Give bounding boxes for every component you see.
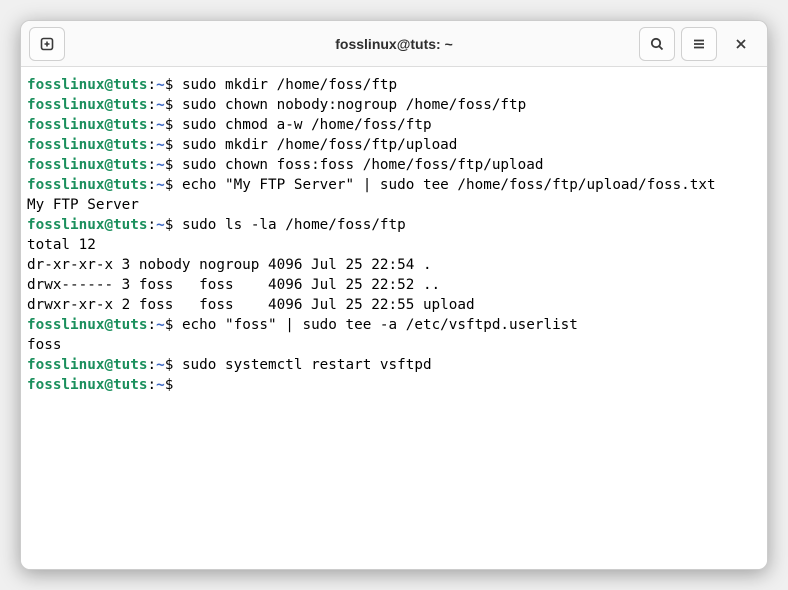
output-text: My FTP Server: [27, 197, 139, 213]
prompt-user-host: fosslinux@tuts: [27, 217, 148, 233]
command-text: sudo chmod a-w /home/foss/ftp: [182, 117, 432, 133]
prompt-path: ~: [156, 157, 165, 173]
prompt-path: ~: [156, 77, 165, 93]
prompt-user-host: fosslinux@tuts: [27, 357, 148, 373]
search-button[interactable]: [639, 27, 675, 61]
output-text: total 12: [27, 237, 96, 253]
terminal-command-line: fosslinux@tuts:~$ sudo mkdir /home/foss/…: [27, 75, 757, 95]
terminal-output-line: drwxr-xr-x 2 foss foss 4096 Jul 25 22:55…: [27, 295, 757, 315]
terminal-output-line: My FTP Server: [27, 195, 757, 215]
terminal-output-line: drwx------ 3 foss foss 4096 Jul 25 22:52…: [27, 275, 757, 295]
terminal-command-line: fosslinux@tuts:~$ sudo chown foss:foss /…: [27, 155, 757, 175]
terminal-command-line: fosslinux@tuts:~$ echo "My FTP Server" |…: [27, 175, 757, 195]
hamburger-icon: [691, 36, 707, 52]
terminal-output-line: dr-xr-xr-x 3 nobody nogroup 4096 Jul 25 …: [27, 255, 757, 275]
prompt-user-host: fosslinux@tuts: [27, 137, 148, 153]
prompt-path: ~: [156, 117, 165, 133]
search-icon: [649, 36, 665, 52]
command-text: sudo chown foss:foss /home/foss/ftp/uplo…: [182, 157, 544, 173]
new-tab-button[interactable]: [29, 27, 65, 61]
terminal-command-line: fosslinux@tuts:~$ sudo systemctl restart…: [27, 355, 757, 375]
terminal-output[interactable]: fosslinux@tuts:~$ sudo mkdir /home/foss/…: [21, 67, 767, 569]
terminal-output-line: foss: [27, 335, 757, 355]
output-text: drwxr-xr-x 2 foss foss 4096 Jul 25 22:55…: [27, 297, 475, 313]
terminal-output-line: total 12: [27, 235, 757, 255]
terminal-command-line: fosslinux@tuts:~$ sudo chmod a-w /home/f…: [27, 115, 757, 135]
prompt-path: ~: [156, 177, 165, 193]
close-icon: [734, 37, 748, 51]
command-text: sudo ls -la /home/foss/ftp: [182, 217, 406, 233]
command-text: sudo mkdir /home/foss/ftp: [182, 77, 397, 93]
prompt-user-host: fosslinux@tuts: [27, 117, 148, 133]
close-button[interactable]: [723, 27, 759, 61]
prompt-path: ~: [156, 97, 165, 113]
terminal-command-line: fosslinux@tuts:~$ echo "foss" | sudo tee…: [27, 315, 757, 335]
titlebar: fosslinux@tuts: ~: [21, 21, 767, 67]
prompt-user-host: fosslinux@tuts: [27, 77, 148, 93]
prompt-path: ~: [156, 357, 165, 373]
command-text: sudo mkdir /home/foss/ftp/upload: [182, 137, 457, 153]
terminal-command-line: fosslinux@tuts:~$ sudo chown nobody:nogr…: [27, 95, 757, 115]
prompt-path: ~: [156, 377, 165, 393]
prompt-path: ~: [156, 137, 165, 153]
terminal-command-line: fosslinux@tuts:~$ sudo mkdir /home/foss/…: [27, 135, 757, 155]
command-text: echo "My FTP Server" | sudo tee /home/fo…: [182, 177, 716, 193]
prompt-user-host: fosslinux@tuts: [27, 317, 148, 333]
terminal-command-line: fosslinux@tuts:~$: [27, 375, 757, 395]
output-text: foss: [27, 337, 61, 353]
output-text: drwx------ 3 foss foss 4096 Jul 25 22:52…: [27, 277, 440, 293]
command-text: sudo chown nobody:nogroup /home/foss/ftp: [182, 97, 526, 113]
prompt-path: ~: [156, 317, 165, 333]
prompt-user-host: fosslinux@tuts: [27, 177, 148, 193]
command-text: echo "foss" | sudo tee -a /etc/vsftpd.us…: [182, 317, 578, 333]
new-tab-icon: [39, 36, 55, 52]
terminal-command-line: fosslinux@tuts:~$ sudo ls -la /home/foss…: [27, 215, 757, 235]
menu-button[interactable]: [681, 27, 717, 61]
terminal-window: fosslinux@tuts: ~: [20, 20, 768, 570]
prompt-user-host: fosslinux@tuts: [27, 157, 148, 173]
output-text: dr-xr-xr-x 3 nobody nogroup 4096 Jul 25 …: [27, 257, 432, 273]
prompt-user-host: fosslinux@tuts: [27, 377, 148, 393]
prompt-user-host: fosslinux@tuts: [27, 97, 148, 113]
command-text: sudo systemctl restart vsftpd: [182, 357, 432, 373]
prompt-path: ~: [156, 217, 165, 233]
